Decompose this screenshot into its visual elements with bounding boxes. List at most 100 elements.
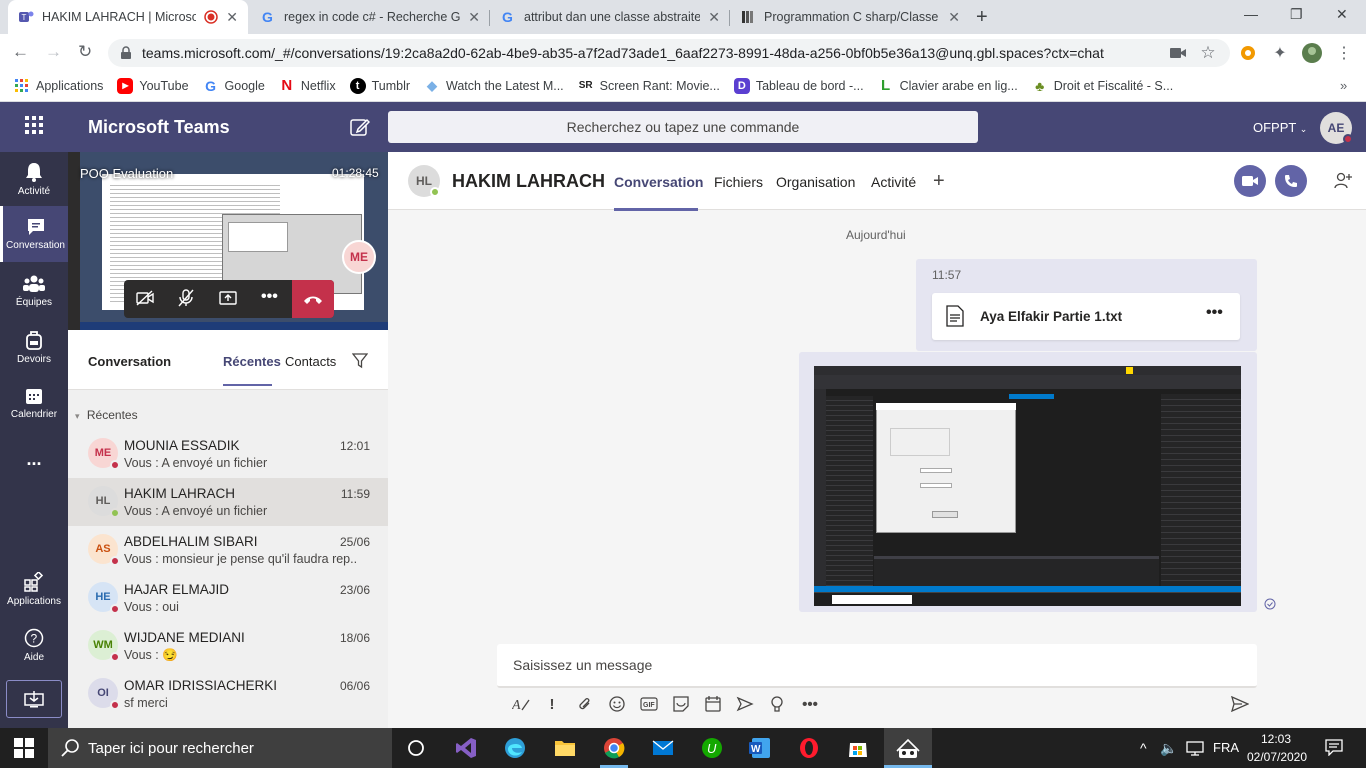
share-screen-icon[interactable]	[219, 290, 237, 306]
reload-icon[interactable]: ↻	[78, 42, 92, 62]
file-attachment-card[interactable]: Aya Elfakir Partie 1.txt •••	[932, 293, 1240, 340]
taskbar-search-input[interactable]: Taper ici pour rechercher	[48, 728, 392, 768]
rail-devoirs[interactable]: Devoirs	[0, 320, 68, 374]
teams-taskbar-icon[interactable]	[896, 736, 920, 760]
file-more-icon[interactable]: •••	[1206, 304, 1223, 322]
tab-contacts[interactable]: Contacts	[285, 354, 336, 369]
forward-arrow-icon[interactable]: →	[45, 42, 62, 62]
address-bar[interactable]: teams.microsoft.com/_#/conversations/19:…	[108, 39, 1230, 67]
send-icon[interactable]	[1231, 695, 1249, 713]
format-icon[interactable]: A	[512, 695, 530, 713]
hang-up-button[interactable]	[292, 280, 334, 318]
section-recentes[interactable]: ▾ Récentes	[75, 408, 138, 422]
praise-icon[interactable]	[768, 695, 786, 713]
rail-equipes[interactable]: Équipes	[0, 264, 68, 318]
windows-start-icon[interactable]	[14, 738, 34, 758]
bookmark-screenrant[interactable]: SR Screen Rant: Movie...	[578, 78, 720, 94]
close-window-icon[interactable]: ✕	[1336, 6, 1348, 23]
message-composer[interactable]: Saisissez un message	[497, 644, 1257, 688]
word-icon[interactable]: W	[748, 736, 772, 760]
new-tab-button[interactable]: +	[976, 6, 988, 29]
opera-icon[interactable]	[797, 736, 821, 760]
chat-item-abdelhalim[interactable]: AS ABDELHALIM SIBARI Vous : monsieur je …	[68, 526, 388, 574]
tab-conversation[interactable]: Conversation	[614, 174, 703, 190]
file-explorer-icon[interactable]	[553, 736, 577, 760]
add-people-icon[interactable]	[1334, 172, 1352, 190]
tray-chevron-up-icon[interactable]: ^	[1140, 740, 1147, 756]
profile-avatar-icon[interactable]	[1302, 43, 1322, 63]
chat-item-omar[interactable]: OI OMAR IDRISSIACHERKI sf merci 06/06	[68, 670, 388, 718]
camera-permission-icon[interactable]	[1168, 43, 1188, 63]
chat-item-wijdane[interactable]: WM WIJDANE MEDIANI Vous : 😏 18/06	[68, 622, 388, 670]
extension-icon[interactable]	[1238, 43, 1258, 63]
rail-aide[interactable]: ? Aide	[0, 618, 68, 672]
upwork-icon[interactable]: U	[700, 736, 724, 760]
close-tab-icon[interactable]: ✕	[468, 9, 480, 26]
rail-activite[interactable]: Activité	[0, 152, 68, 206]
important-icon[interactable]: !	[543, 695, 561, 713]
bookmark-star-icon[interactable]: ☆	[1198, 43, 1218, 63]
chrome-icon[interactable]	[602, 736, 626, 760]
download-app-button[interactable]	[6, 680, 62, 718]
bookmark-google[interactable]: G Google	[203, 78, 265, 94]
close-tab-icon[interactable]: ✕	[948, 9, 960, 26]
volume-icon[interactable]: 🔈	[1160, 740, 1177, 757]
app-launcher-icon[interactable]	[25, 116, 43, 134]
bookmark-youtube[interactable]: ▶ YouTube	[117, 77, 189, 94]
rail-applications[interactable]: Applications	[0, 562, 68, 616]
back-arrow-icon[interactable]: ←	[12, 42, 29, 62]
emoji-icon[interactable]	[608, 695, 626, 713]
input-language[interactable]: FRA	[1213, 740, 1239, 755]
bookmark-netflix[interactable]: N Netflix	[279, 77, 335, 94]
chat-item-hakim[interactable]: HL HAKIM LAHRACH Vous : A envoyé un fich…	[68, 478, 388, 526]
clock-time[interactable]: 12:03	[1252, 732, 1300, 746]
more-apps-icon[interactable]: •••	[800, 695, 820, 713]
attach-icon[interactable]	[576, 695, 594, 713]
search-input[interactable]: Recherchez ou tapez une commande	[388, 111, 978, 143]
puzzle-extensions-icon[interactable]: ✦	[1270, 43, 1290, 63]
new-chat-icon[interactable]	[350, 117, 370, 137]
bookmarks-overflow-icon[interactable]: »	[1340, 78, 1347, 93]
chrome-menu-icon[interactable]: ⋮	[1334, 43, 1354, 63]
tab-organisation[interactable]: Organisation	[776, 174, 855, 190]
gif-icon[interactable]: GIF	[640, 695, 658, 713]
bookmark-tumblr[interactable]: t Tumblr	[349, 77, 410, 94]
screenshot-image[interactable]	[814, 366, 1241, 606]
rail-more[interactable]: ...	[0, 432, 68, 486]
more-options-icon[interactable]: •••	[261, 288, 278, 306]
schedule-meeting-icon[interactable]	[704, 695, 722, 713]
close-tab-icon[interactable]: ✕	[226, 9, 238, 26]
org-switcher[interactable]: OFPPT ⌄	[1253, 120, 1307, 135]
mic-off-icon[interactable]	[178, 289, 194, 307]
bookmark-watch[interactable]: ◆ Watch the Latest M...	[424, 78, 564, 94]
bookmark-tableau[interactable]: D Tableau de bord -...	[733, 77, 864, 94]
camera-off-icon[interactable]	[136, 290, 154, 306]
audio-call-button[interactable]	[1275, 165, 1307, 197]
bookmark-droit[interactable]: ♣ Droit et Fiscalité - S...	[1032, 78, 1173, 94]
rail-conversation[interactable]: Conversation	[0, 206, 68, 262]
video-call-button[interactable]	[1234, 165, 1266, 197]
restore-icon[interactable]: ❐	[1290, 6, 1303, 23]
clock-date[interactable]: 02/07/2020	[1246, 750, 1308, 764]
tab-activite[interactable]: Activité	[871, 174, 916, 190]
task-view-icon[interactable]	[404, 736, 428, 760]
browser-tab-attribut[interactable]: G attribut dan une classe abstraite ✕	[490, 0, 730, 34]
add-tab-icon[interactable]: +	[933, 170, 945, 193]
chat-item-hajar[interactable]: HE HAJAR ELMAJID Vous : oui 23/06	[68, 574, 388, 622]
browser-tab-csharp[interactable]: Programmation C sharp/Classe a ✕	[730, 0, 970, 34]
tab-recentes[interactable]: Récentes	[223, 354, 281, 369]
bookmark-applications[interactable]: Applications	[14, 78, 103, 94]
chat-item-mounia[interactable]: ME MOUNIA ESSADIK Vous : A envoyé un fic…	[68, 430, 388, 478]
network-icon[interactable]	[1186, 740, 1204, 756]
tab-fichiers[interactable]: Fichiers	[714, 174, 763, 190]
notification-center-icon[interactable]	[1325, 738, 1343, 756]
browser-tab-regex[interactable]: G regex in code c# - Recherche Go ✕	[250, 0, 490, 34]
sticker-icon[interactable]	[672, 695, 690, 713]
visual-studio-icon[interactable]	[454, 736, 478, 760]
close-tab-icon[interactable]: ✕	[708, 9, 720, 26]
mail-icon[interactable]	[651, 736, 675, 760]
filter-icon[interactable]	[352, 353, 368, 369]
stream-icon[interactable]	[736, 695, 754, 713]
rail-calendrier[interactable]: Calendrier	[0, 376, 68, 430]
bookmark-clavier[interactable]: L Clavier arabe en lig...	[878, 77, 1018, 94]
